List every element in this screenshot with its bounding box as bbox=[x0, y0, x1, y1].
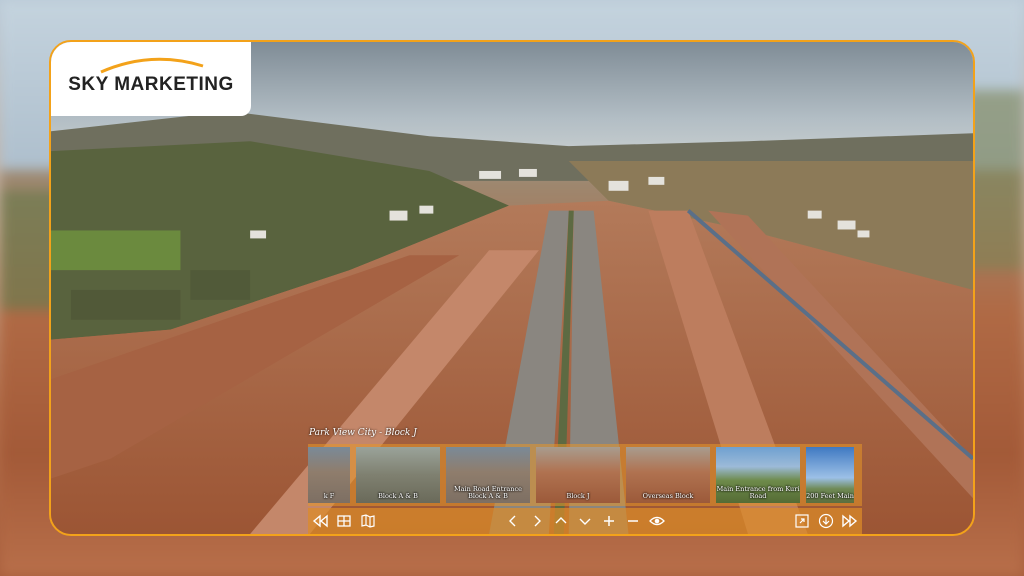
thumbnail-4[interactable]: Overseas Block bbox=[626, 447, 710, 503]
thumbnail-label: Overseas Block bbox=[642, 492, 694, 500]
thumbnail-5[interactable]: Main Entrance from Kuri Road bbox=[716, 447, 800, 503]
brand-logo: SKY MARKETING bbox=[51, 42, 251, 116]
zoom-in-icon[interactable] bbox=[597, 509, 621, 533]
thumbnail-label: Block A & B bbox=[378, 492, 418, 500]
control-bar bbox=[308, 508, 862, 534]
thumbnail-3[interactable]: Block J bbox=[536, 447, 620, 503]
brand-name: SKY MARKETING bbox=[68, 74, 234, 95]
thumbnail-1[interactable]: Block A & B bbox=[356, 447, 440, 503]
fullscreen-icon[interactable] bbox=[790, 509, 814, 533]
zoom-out-icon[interactable] bbox=[621, 509, 645, 533]
thumbnail-label: Main Road Entrance Block A & B bbox=[454, 485, 522, 500]
thumbnail-2[interactable]: Main Road Entrance Block A & B bbox=[446, 447, 530, 503]
thumbnail-0[interactable]: k F bbox=[308, 447, 350, 503]
chevron-up-icon[interactable] bbox=[549, 509, 573, 533]
panorama-viewer[interactable]: SKY MARKETING Park View City - Block J k… bbox=[49, 40, 975, 536]
chevron-left-icon[interactable] bbox=[501, 509, 525, 533]
rewind-icon[interactable] bbox=[308, 509, 332, 533]
map-icon[interactable] bbox=[356, 509, 380, 533]
grid-icon[interactable] bbox=[332, 509, 356, 533]
thumbnail-label: 200 Feet Main bbox=[806, 492, 854, 500]
thumbnail-6[interactable]: 200 Feet Main bbox=[806, 447, 854, 503]
thumbnail-strip[interactable]: k F Block A & B Main Road Entrance Block A… bbox=[308, 444, 862, 506]
thumbnail-label: k F bbox=[323, 492, 335, 500]
chevron-right-icon[interactable] bbox=[525, 509, 549, 533]
eye-icon[interactable] bbox=[645, 509, 669, 533]
thumbnail-label: Block J bbox=[566, 492, 590, 500]
download-icon[interactable] bbox=[814, 509, 838, 533]
scene-title: Park View City - Block J bbox=[309, 428, 417, 438]
fast-forward-icon[interactable] bbox=[838, 509, 862, 533]
chevron-down-icon[interactable] bbox=[573, 509, 597, 533]
thumbnail-label: Main Entrance from Kuri Road bbox=[716, 485, 800, 500]
